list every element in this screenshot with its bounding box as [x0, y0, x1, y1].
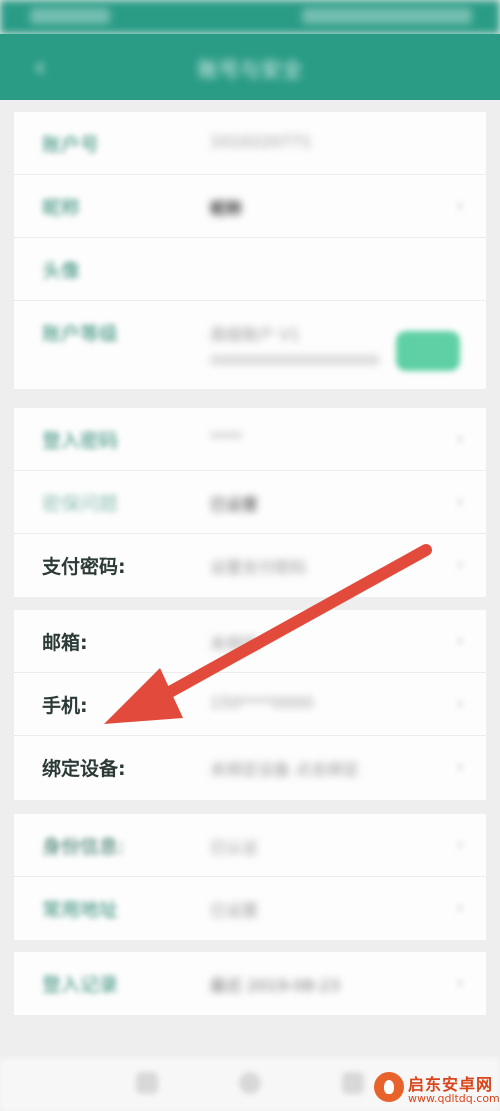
- arrow-shaft: [144, 544, 432, 709]
- arrow-head: [104, 668, 183, 724]
- annotation-arrow: [104, 544, 432, 724]
- watermark-url: www.qdltdq.com: [408, 1092, 500, 1105]
- site-watermark: 启东安卓网 www.qdltdq.com: [370, 1068, 500, 1111]
- watermark-logo-icon: [374, 1072, 404, 1102]
